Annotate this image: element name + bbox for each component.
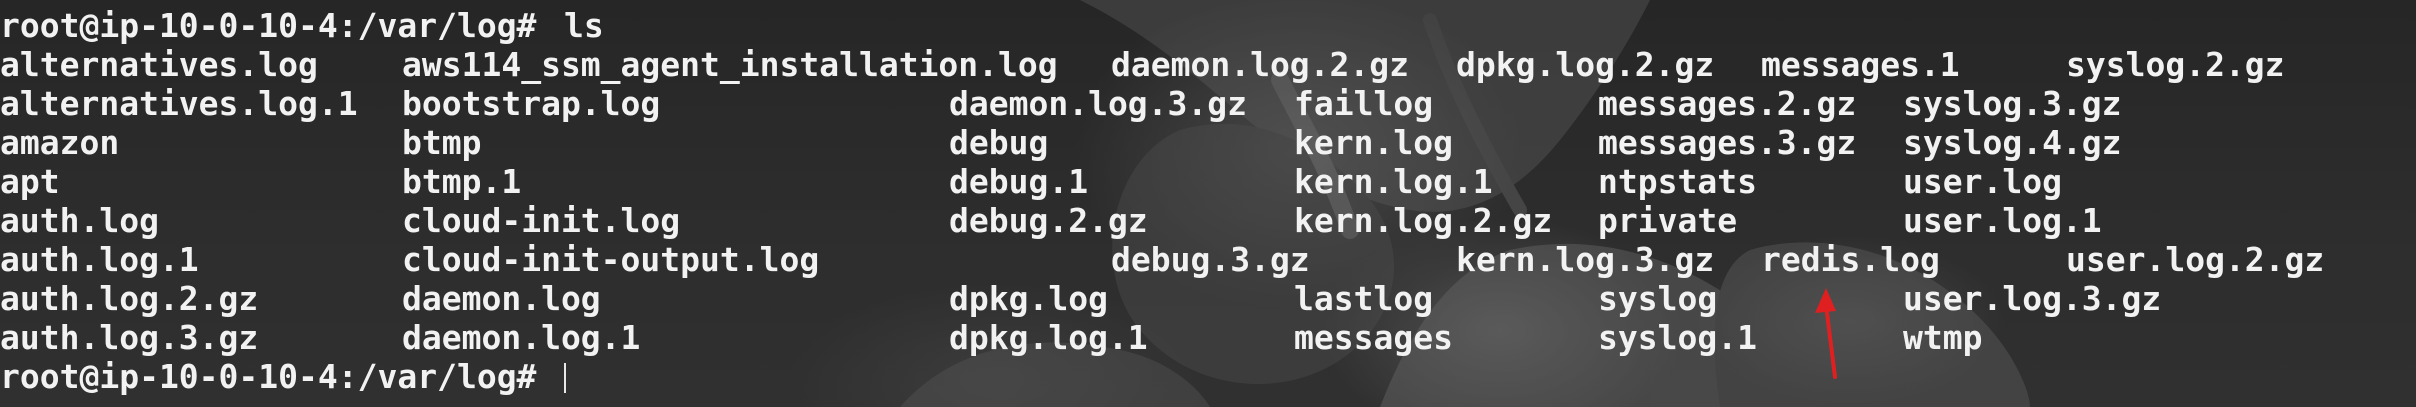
text-cursor[interactable]	[564, 363, 566, 393]
file-entry[interactable]: private	[1598, 201, 1737, 240]
file-entry[interactable]: syslog.1	[1598, 318, 1757, 357]
file-entry[interactable]: syslog.4.gz	[1903, 123, 2122, 162]
file-entry[interactable]: faillog	[1294, 84, 1433, 123]
listing-row-4: apt btmp.1 debug.1 kern.log.1 ntpstats u…	[0, 162, 2416, 201]
file-entry[interactable]: btmp.1	[402, 162, 521, 201]
file-entry[interactable]: apt	[0, 162, 60, 201]
file-entry[interactable]: daemon.log	[402, 279, 601, 318]
file-entry[interactable]: kern.log.2.gz	[1294, 201, 1552, 240]
file-entry[interactable]: user.log	[1903, 162, 2062, 201]
file-entry[interactable]: auth.log.1	[0, 240, 199, 279]
file-entry[interactable]: kern.log.3.gz	[1456, 240, 1714, 279]
file-entry[interactable]: cloud-init.log	[402, 201, 680, 240]
prompt-line-current: root@ip-10-0-10-4:/var/log#	[0, 357, 2416, 396]
file-entry[interactable]: amazon	[0, 123, 119, 162]
file-entry[interactable]: aws114_ssm_agent_installation.log	[402, 45, 1058, 84]
file-entry[interactable]: kern.log.1	[1294, 162, 1493, 201]
listing-row-8: auth.log.3.gz daemon.log.1 dpkg.log.1 me…	[0, 318, 2416, 357]
file-entry[interactable]: debug	[949, 123, 1048, 162]
listing-row-6: auth.log.1 cloud-init-output.log debug.3…	[0, 240, 2416, 279]
file-entry[interactable]: syslog	[1598, 279, 1717, 318]
listing-row-1: alternatives.log aws114_ssm_agent_instal…	[0, 45, 2416, 84]
file-entry[interactable]: messages.3.gz	[1598, 123, 1856, 162]
ls-command: ls	[564, 6, 604, 45]
file-entry[interactable]: btmp	[402, 123, 481, 162]
file-entry[interactable]: daemon.log.1	[402, 318, 640, 357]
prompt-line: root@ip-10-0-10-4:/var/log# ls	[0, 6, 2416, 45]
file-entry[interactable]: lastlog	[1294, 279, 1433, 318]
file-entry[interactable]: bootstrap.log	[402, 84, 660, 123]
file-entry[interactable]: user.log.3.gz	[1903, 279, 2161, 318]
listing-row-3: amazon btmp debug kern.log messages.3.gz…	[0, 123, 2416, 162]
file-entry[interactable]: debug.1	[949, 162, 1088, 201]
file-entry[interactable]: syslog.2.gz	[2066, 45, 2285, 84]
listing-row-7: auth.log.2.gz daemon.log dpkg.log lastlo…	[0, 279, 2416, 318]
terminal-window[interactable]: root@ip-10-0-10-4:/var/log# ls alternati…	[0, 0, 2416, 407]
file-entry[interactable]: dpkg.log.1	[949, 318, 1148, 357]
file-entry[interactable]: debug.2.gz	[949, 201, 1148, 240]
file-entry[interactable]: alternatives.log	[0, 45, 318, 84]
file-entry[interactable]: ntpstats	[1598, 162, 1757, 201]
file-entry[interactable]: auth.log.3.gz	[0, 318, 258, 357]
file-entry[interactable]: daemon.log.3.gz	[949, 84, 1247, 123]
file-entry[interactable]: daemon.log.2.gz	[1111, 45, 1409, 84]
file-entry[interactable]: messages.2.gz	[1598, 84, 1856, 123]
file-entry[interactable]: debug.3.gz	[1111, 240, 1310, 279]
file-entry[interactable]: redis.log	[1761, 240, 1940, 279]
file-entry[interactable]: user.log.1	[1903, 201, 2102, 240]
listing-row-2: alternatives.log.1 bootstrap.log daemon.…	[0, 84, 2416, 123]
file-entry[interactable]: cloud-init-output.log	[402, 240, 819, 279]
file-entry[interactable]: user.log.2.gz	[2066, 240, 2324, 279]
file-entry[interactable]: wtmp	[1903, 318, 1982, 357]
listing-row-5: auth.log cloud-init.log debug.2.gz kern.…	[0, 201, 2416, 240]
file-entry[interactable]: alternatives.log.1	[0, 84, 358, 123]
file-entry[interactable]: syslog.3.gz	[1903, 84, 2122, 123]
file-entry[interactable]: auth.log	[0, 201, 159, 240]
file-entry[interactable]: auth.log.2.gz	[0, 279, 258, 318]
file-entry[interactable]: kern.log	[1294, 123, 1453, 162]
file-entry[interactable]: messages	[1294, 318, 1453, 357]
file-entry[interactable]: messages.1	[1761, 45, 1960, 84]
file-entry[interactable]: dpkg.log.2.gz	[1456, 45, 1714, 84]
shell-prompt: root@ip-10-0-10-4:/var/log#	[0, 357, 557, 396]
file-entry[interactable]: dpkg.log	[949, 279, 1108, 318]
shell-prompt: root@ip-10-0-10-4:/var/log#	[0, 6, 557, 45]
